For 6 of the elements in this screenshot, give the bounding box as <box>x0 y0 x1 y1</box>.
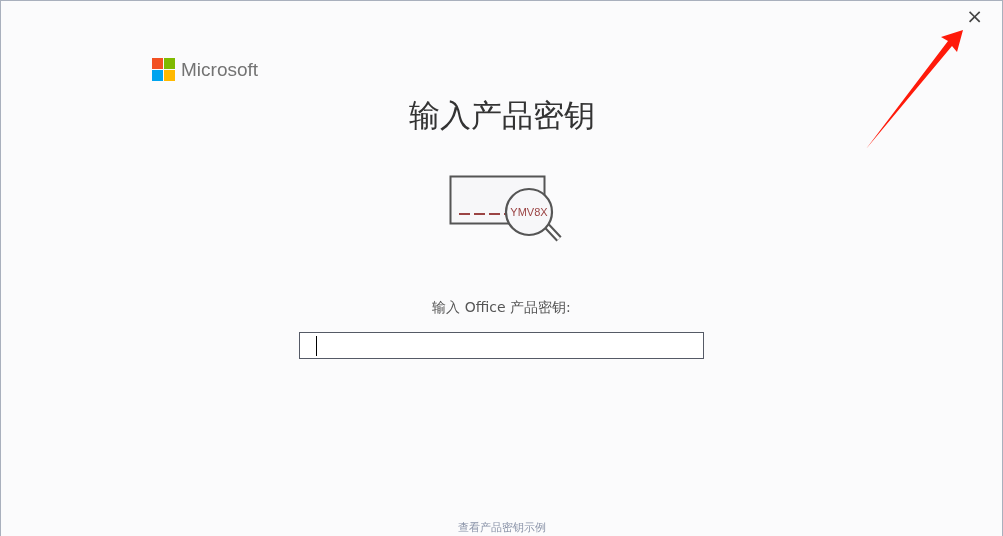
close-button[interactable]: × <box>962 4 987 28</box>
brand-name: Microsoft <box>181 58 259 81</box>
field-label: 输入 Office 产品密钥: <box>432 299 571 317</box>
dialog-title: 输入产品密钥 <box>408 96 595 135</box>
logo-icon <box>152 58 175 81</box>
product-key-field[interactable] <box>299 332 704 359</box>
